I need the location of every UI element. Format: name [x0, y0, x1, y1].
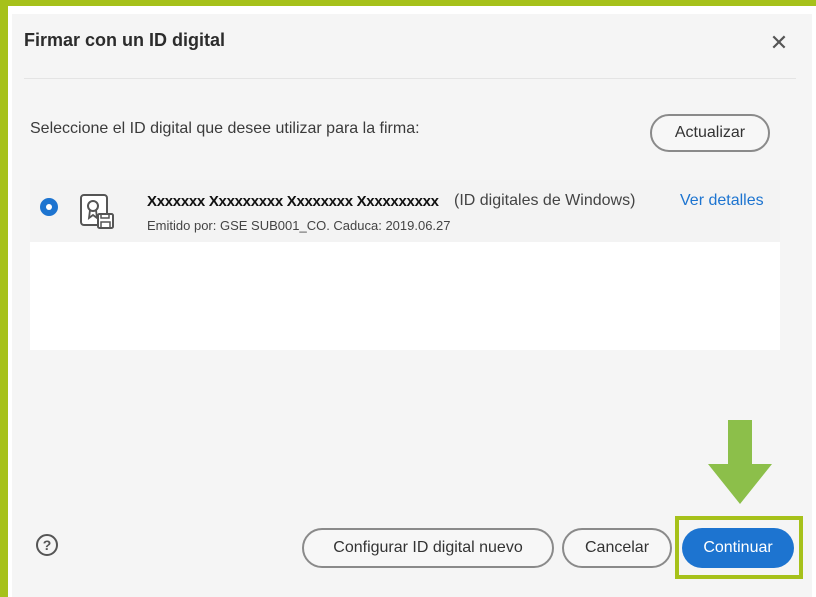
close-button[interactable]: ✕ [768, 32, 790, 54]
digital-id-name: Xxxxxxx Xxxxxxxxx Xxxxxxxx Xxxxxxxxxx [147, 193, 439, 210]
id-radio-button[interactable] [40, 198, 58, 216]
dialog-header: Firmar con un ID digital ✕ [24, 30, 796, 79]
digital-id-list: Xxxxxxx Xxxxxxxxx Xxxxxxxx Xxxxxxxxxx (I… [30, 180, 780, 350]
digital-id-issuer: Emitido por: GSE SUB001_CO. Caduca: 2019… [147, 218, 451, 233]
configure-new-id-button[interactable]: Configurar ID digital nuevo [302, 528, 554, 568]
dialog-title: Firmar con un ID digital [24, 30, 226, 50]
digital-id-row[interactable]: Xxxxxxx Xxxxxxxxx Xxxxxxxx Xxxxxxxxxx (I… [30, 180, 780, 242]
digital-id-type: (ID digitales de Windows) [454, 192, 636, 209]
cancel-button[interactable]: Cancelar [562, 528, 672, 568]
down-arrow-icon [708, 420, 772, 504]
instruction-text: Seleccione el ID digital que desee utili… [30, 120, 420, 137]
certificate-icon [80, 194, 114, 229]
refresh-button[interactable]: Actualizar [650, 114, 770, 152]
view-details-link[interactable]: Ver detalles [680, 192, 764, 210]
continue-highlight-box [675, 516, 803, 579]
help-icon[interactable]: ? [36, 534, 58, 556]
